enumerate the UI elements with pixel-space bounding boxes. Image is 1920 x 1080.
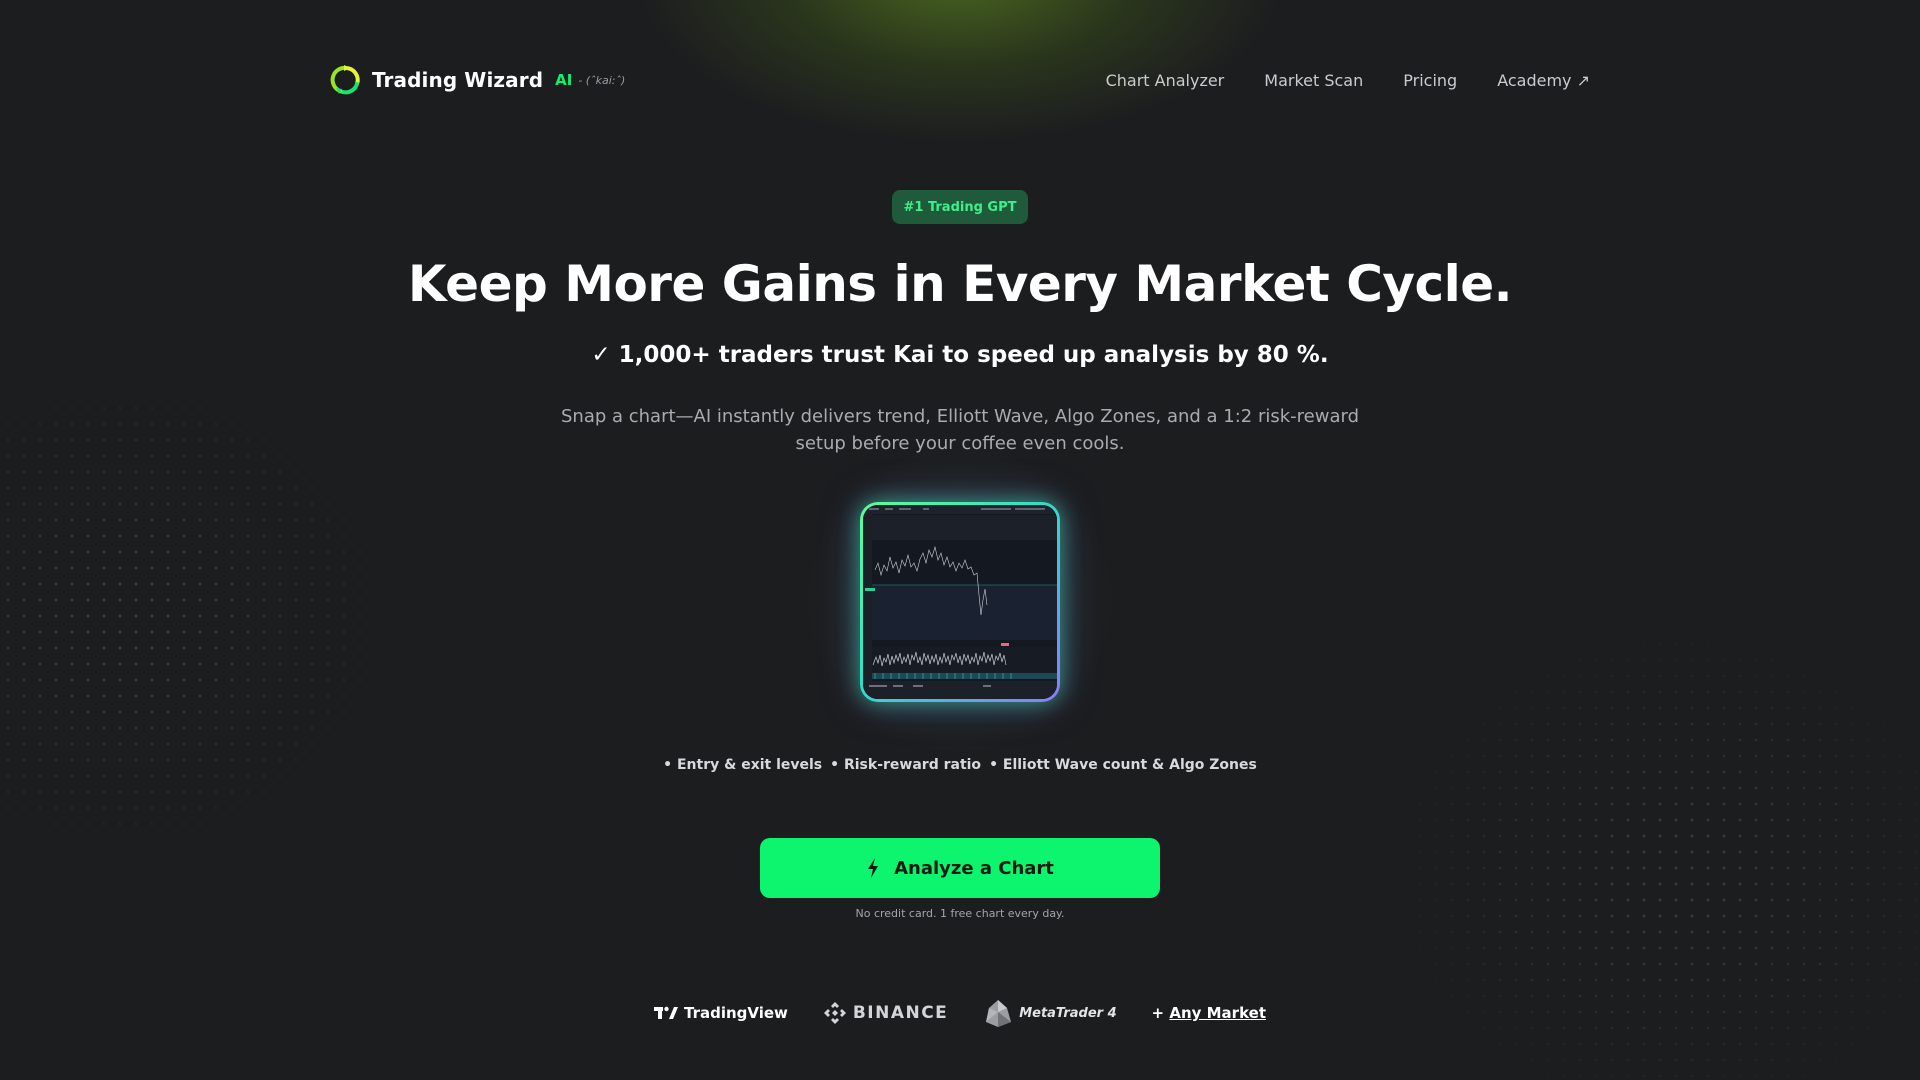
analyze-chart-button[interactable]: Analyze a Chart bbox=[760, 838, 1160, 898]
supported-platforms: TradingView BINANCE MetaTrader 4 + Any M… bbox=[654, 998, 1266, 1028]
brand-pronunciation: - (ˆkai:ˆ) bbox=[578, 73, 626, 87]
feature-item: • Elliott Wave count & Algo Zones bbox=[989, 757, 1257, 773]
hero-title: Keep More Gains in Every Market Cycle. bbox=[407, 255, 1513, 313]
hero-description: Snap a chart—AI instantly delivers trend… bbox=[560, 406, 1360, 454]
feature-item: • Entry & exit levels bbox=[663, 757, 823, 773]
brand-name: Trading Wizard bbox=[372, 68, 544, 92]
trust-statement: ✓ 1,000+ traders trust Kai to speed up a… bbox=[591, 342, 1329, 368]
metatrader-logo: MetaTrader 4 bbox=[983, 998, 1117, 1028]
metatrader-label: MetaTrader 4 bbox=[1019, 1005, 1117, 1021]
chart-preview-screen bbox=[863, 505, 1057, 699]
brand-ai-tag: AI bbox=[555, 71, 573, 89]
analyze-chart-label: Analyze a Chart bbox=[894, 857, 1054, 879]
chart-screenshot-image bbox=[863, 505, 1057, 699]
tradingview-icon bbox=[654, 1006, 678, 1019]
any-market: + Any Market bbox=[1152, 1004, 1266, 1022]
binance-logo: BINANCE bbox=[823, 1001, 948, 1025]
landing-page: Trading Wizard AI - (ˆkai:ˆ) Chart Analy… bbox=[0, 0, 1920, 1080]
tradingview-logo: TradingView bbox=[654, 1004, 788, 1022]
site-header: Trading Wizard AI - (ˆkai:ˆ) Chart Analy… bbox=[330, 60, 1590, 100]
cta-note: No credit card. 1 free chart every day. bbox=[855, 907, 1065, 920]
feature-item: • Risk-reward ratio bbox=[830, 757, 982, 773]
feature-list: • Entry & exit levels • Risk-reward rati… bbox=[0, 757, 1920, 773]
nav-market-scan[interactable]: Market Scan bbox=[1264, 71, 1363, 90]
any-market-link[interactable]: Any Market bbox=[1169, 1004, 1266, 1022]
metatrader-icon bbox=[986, 1000, 1012, 1027]
chart-preview[interactable] bbox=[860, 502, 1060, 702]
nav-chart-analyzer[interactable]: Chart Analyzer bbox=[1106, 71, 1225, 90]
any-market-prefix: + bbox=[1151, 1004, 1170, 1022]
logo-icon bbox=[330, 65, 360, 95]
dot-pattern-left bbox=[0, 400, 420, 880]
binance-icon bbox=[823, 1002, 846, 1024]
hero-badge: #1 Trading GPT bbox=[892, 190, 1028, 224]
lightning-icon bbox=[868, 858, 879, 878]
nav-pricing[interactable]: Pricing bbox=[1403, 71, 1457, 90]
main-nav: Chart Analyzer Market Scan Pricing Acade… bbox=[1106, 71, 1590, 90]
nav-academy[interactable]: Academy ↗ bbox=[1497, 71, 1590, 90]
tradingview-label: TradingView bbox=[684, 1004, 788, 1022]
brand[interactable]: Trading Wizard AI - (ˆkai:ˆ) bbox=[330, 64, 625, 96]
dot-pattern-right bbox=[1380, 620, 1920, 1080]
binance-label: BINANCE bbox=[852, 1003, 949, 1023]
